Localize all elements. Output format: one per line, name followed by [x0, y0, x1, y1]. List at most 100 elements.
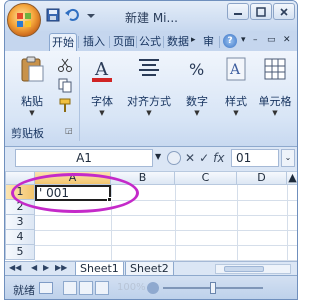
- maximize-button[interactable]: [250, 3, 272, 20]
- tab-home[interactable]: 开始: [49, 33, 77, 51]
- save-icon[interactable]: [45, 7, 61, 23]
- row-header-2[interactable]: 2: [5, 200, 35, 215]
- status-ready: 就绪: [13, 284, 35, 297]
- formula-expand-icon[interactable]: ⌄: [281, 149, 295, 167]
- styles-dropdown-icon: ▼: [233, 109, 239, 117]
- styles-icon: A: [226, 57, 246, 81]
- column-header-c[interactable]: C: [175, 171, 237, 185]
- qat-dropdown-icon[interactable]: [83, 7, 99, 23]
- tab-divider: [163, 36, 164, 48]
- sheet-tab-sheet2[interactable]: Sheet2: [125, 262, 174, 276]
- font-label: 字体: [91, 95, 113, 108]
- normal-view-icon[interactable]: [63, 281, 77, 295]
- last-sheet-icon[interactable]: ▶▶: [55, 263, 67, 272]
- first-sheet-icon[interactable]: ◀◀: [9, 263, 21, 272]
- insert-function-icon[interactable]: fx: [213, 151, 224, 165]
- svg-text:%: %: [189, 60, 204, 79]
- tab-page-layout[interactable]: 页面: [111, 33, 137, 51]
- row-header-3[interactable]: 3: [5, 215, 35, 230]
- page-break-view-icon[interactable]: [95, 281, 109, 295]
- tab-formulas[interactable]: 公式: [137, 33, 163, 51]
- gridline: [35, 245, 297, 246]
- tab-divider: [78, 36, 79, 48]
- page-layout-view-icon[interactable]: [79, 281, 93, 295]
- cell-a1[interactable]: ' 001: [35, 185, 111, 201]
- cut-icon[interactable]: [57, 57, 73, 73]
- tab-review[interactable]: 审: [201, 33, 216, 51]
- fill-handle[interactable]: [107, 197, 112, 202]
- minimize-button[interactable]: [227, 3, 249, 20]
- paste-label: 粘贴: [21, 95, 43, 108]
- horizontal-scrollbar[interactable]: [215, 264, 291, 274]
- clipboard-group-label: 剪贴板: [11, 127, 44, 140]
- number-button[interactable]: % 数字 ▼: [177, 55, 217, 141]
- name-box[interactable]: A1: [15, 149, 153, 167]
- sheet-tab-sheet1[interactable]: Sheet1: [75, 262, 124, 276]
- tab-divider: [219, 36, 220, 48]
- ribbon-restore-icon[interactable]: ▭: [267, 35, 276, 45]
- zoom-level[interactable]: 100%: [117, 282, 146, 293]
- copy-icon[interactable]: [57, 77, 73, 93]
- select-all-corner[interactable]: [5, 171, 35, 185]
- font-icon: A: [92, 59, 112, 82]
- enter-icon[interactable]: ✓: [199, 151, 209, 165]
- gridline: [287, 185, 288, 261]
- name-box-dropdown-icon[interactable]: ▼: [155, 152, 161, 161]
- cells-icon: [264, 58, 286, 80]
- ribbon-close-icon[interactable]: ✕: [283, 35, 291, 45]
- macro-record-icon[interactable]: [39, 282, 53, 294]
- paste-icon: [21, 56, 44, 82]
- excel-window: 新建 Mi... 开始 插入 页面 公式 数据 ▸ 审 ? ▾ – ▭ ✕ 粘贴…: [4, 0, 298, 300]
- next-sheet-icon[interactable]: ▶: [43, 263, 49, 272]
- alignment-dropdown-icon: ▼: [146, 109, 152, 117]
- office-button[interactable]: [7, 3, 41, 37]
- formula-input[interactable]: 01: [231, 149, 279, 167]
- undo-icon[interactable]: [64, 7, 80, 23]
- alignment-label: 对齐方式: [127, 95, 171, 108]
- formula-tools: ✕ ✓ fx: [167, 149, 224, 167]
- ribbon-tabs: 开始 插入 页面 公式 数据 ▸ 审 ? ▾ – ▭ ✕: [5, 31, 297, 51]
- gridline: [35, 215, 297, 216]
- office-logo-icon: [17, 13, 31, 27]
- svg-text:A: A: [94, 59, 109, 80]
- window-title: 新建 Mi...: [125, 11, 178, 25]
- ribbon-dropdown-icon[interactable]: ▾: [241, 35, 246, 45]
- zoom-out-icon[interactable]: [147, 282, 159, 294]
- tab-divider: [109, 36, 110, 48]
- horizontal-scroll-thumb[interactable]: [224, 266, 264, 272]
- cells-button[interactable]: 单元格 ▼: [253, 55, 297, 141]
- cells-dropdown-icon: ▼: [272, 109, 278, 117]
- column-header-b[interactable]: B: [111, 171, 175, 185]
- styles-button[interactable]: A 样式 ▼: [217, 55, 255, 141]
- zoom-slider-thumb[interactable]: [210, 282, 216, 294]
- format-painter-icon[interactable]: [57, 97, 73, 113]
- number-label: 数字: [186, 95, 208, 108]
- formula-circle-icon: [167, 151, 181, 165]
- tab-data[interactable]: 数据: [165, 33, 191, 51]
- ribbon-minimize-icon[interactable]: –: [253, 35, 258, 45]
- alignment-button[interactable]: 对齐方式 ▼: [121, 55, 177, 141]
- row-header-1[interactable]: 1: [5, 185, 35, 200]
- tab-scroll-icon[interactable]: ▸: [191, 35, 196, 45]
- worksheet-grid: A B C D ▲ 1 2 3 4 5 ' 001: [5, 171, 297, 261]
- close-button[interactable]: [273, 3, 295, 20]
- formula-bar: A1 ▼ ✕ ✓ fx 01 ⌄: [5, 147, 297, 169]
- row-header-5[interactable]: 5: [5, 245, 35, 260]
- percent-icon: %: [189, 60, 204, 79]
- font-button[interactable]: A 字体 ▼: [81, 55, 123, 141]
- row-header-4[interactable]: 4: [5, 230, 35, 245]
- gridline: [237, 185, 238, 261]
- status-bar: 就绪 100%: [5, 275, 297, 299]
- column-header-d[interactable]: D: [237, 171, 287, 185]
- tab-insert[interactable]: 插入: [81, 33, 107, 51]
- paste-dropdown-icon: ▼: [29, 109, 35, 117]
- alignment-icon: [139, 59, 159, 76]
- column-header-a[interactable]: A: [35, 171, 111, 185]
- cancel-icon[interactable]: ✕: [185, 151, 195, 165]
- prev-sheet-icon[interactable]: ◀: [31, 263, 37, 272]
- sheet-tab-bar: ◀◀ ◀ ▶ ▶▶ Sheet1 Sheet2: [5, 261, 297, 276]
- vertical-scroll-up-icon[interactable]: ▲: [287, 171, 297, 185]
- help-icon[interactable]: ?: [223, 34, 237, 48]
- styles-label: 样式: [225, 95, 247, 108]
- clipboard-launcher-icon[interactable]: ◲: [65, 126, 73, 135]
